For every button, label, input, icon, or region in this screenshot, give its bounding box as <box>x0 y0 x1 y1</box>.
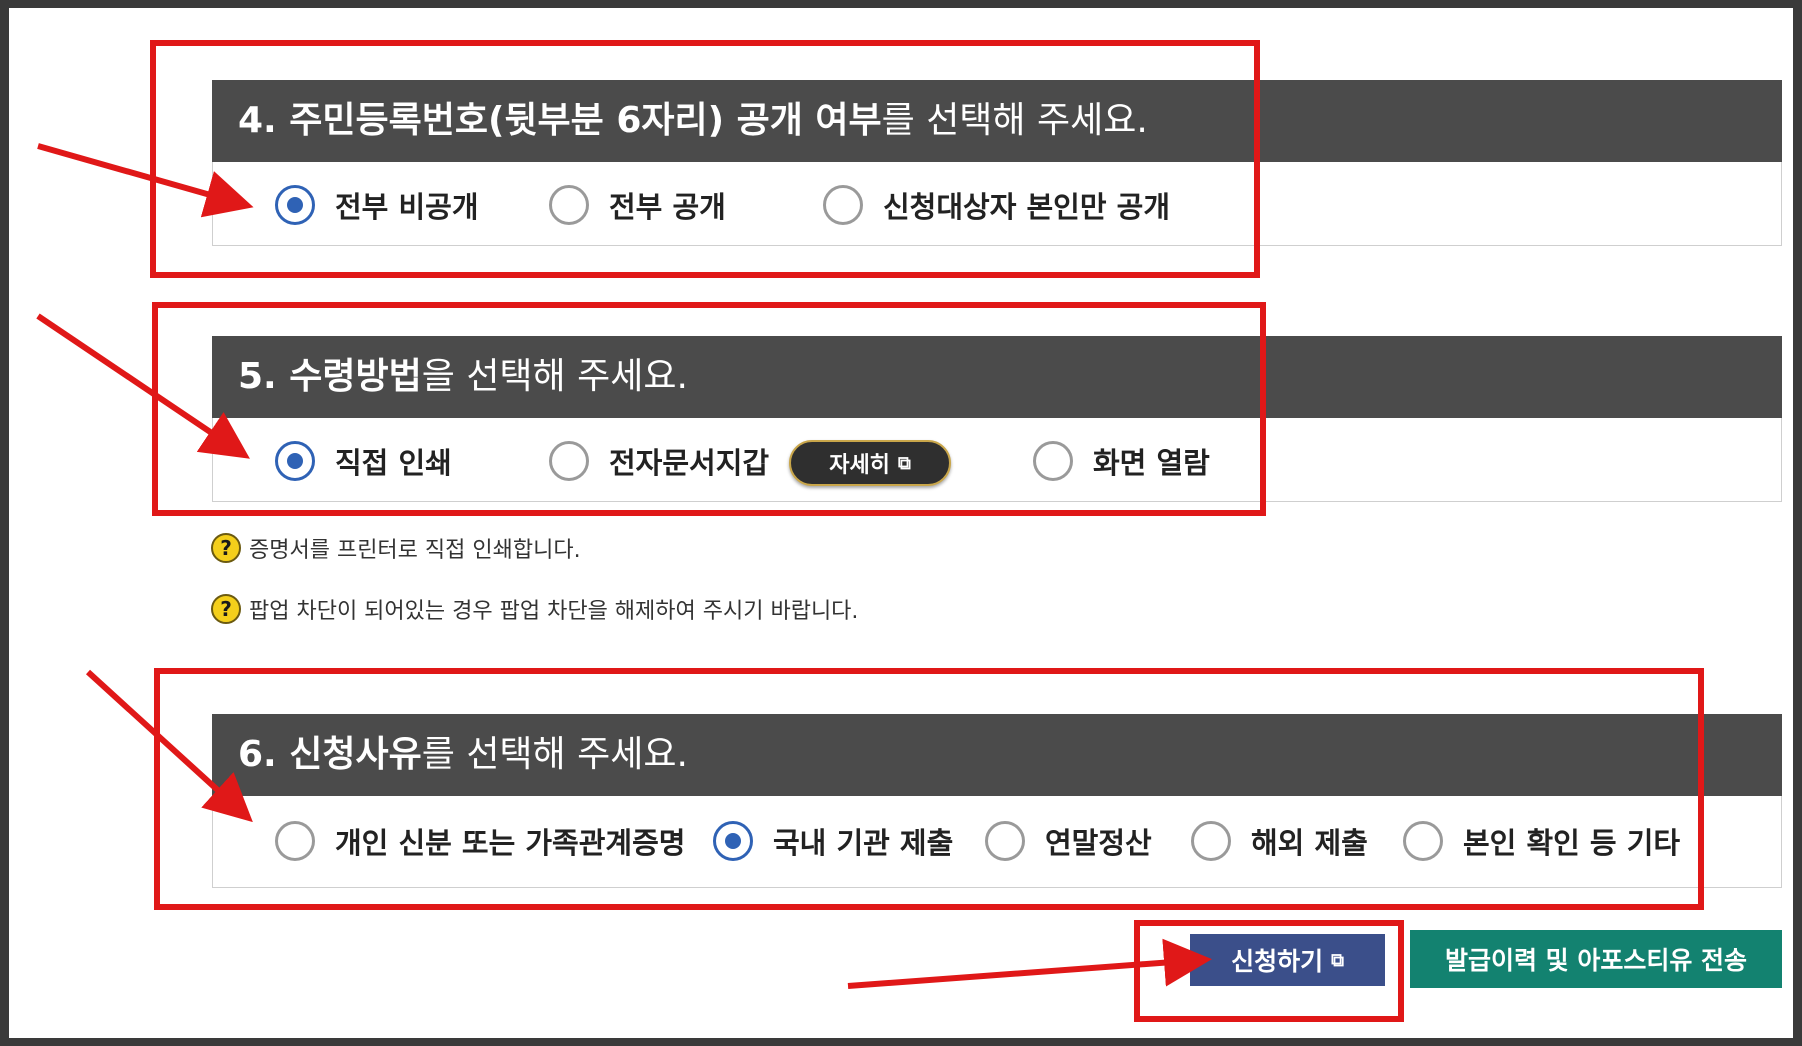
section-body-5: 직접 인쇄 전자문서지갑 자세히 ⧉ 화면 열람 <box>212 418 1782 502</box>
radio-label: 해외 제출 <box>1251 826 1368 860</box>
hint-text: 증명서를 프린터로 직접 인쇄합니다. <box>249 538 581 563</box>
detail-button[interactable]: 자세히 ⧉ <box>789 440 951 486</box>
question-icon: ? <box>211 533 241 563</box>
radio-option-all-public[interactable]: 전부 공개 <box>549 180 726 230</box>
section-rrn-disclosure: 4. 주민등록번호(뒷부분 6자리) 공개 여부를 선택해 주세요. 전부 비공… <box>212 80 1782 246</box>
apply-button[interactable]: 신청하기 ⧉ <box>1190 934 1385 986</box>
radio-button[interactable] <box>823 185 863 225</box>
radio-button[interactable] <box>713 821 753 861</box>
hint-text: 팝업 차단이 되어있는 경우 팝업 차단을 해제하여 주시기 바랍니다. <box>249 599 859 624</box>
send-button-label: 발급이력 및 아포스티유 전송 <box>1444 946 1748 975</box>
radio-button[interactable] <box>985 821 1025 861</box>
radio-option-screen-view[interactable]: 화면 열람 <box>1033 436 1210 486</box>
radio-option-overseas[interactable]: 해외 제출 <box>1191 816 1368 866</box>
radio-option-year-end-tax[interactable]: 연말정산 <box>985 816 1152 866</box>
radio-label: 국내 기관 제출 <box>773 826 954 860</box>
radio-option-all-private[interactable]: 전부 비공개 <box>275 180 479 230</box>
radio-button[interactable] <box>275 821 315 861</box>
radio-button[interactable] <box>1191 821 1231 861</box>
hint-popup: ? 팝업 차단이 되어있는 경우 팝업 차단을 해제하여 주시기 바랍니다. <box>211 593 858 625</box>
radio-label: 개인 신분 또는 가족관계증명 <box>335 826 686 860</box>
section-title-6: 6. 신청사유 <box>238 734 422 775</box>
radio-button[interactable] <box>1403 821 1443 861</box>
radio-label: 전자문서지갑 <box>609 446 770 480</box>
radio-option-self-only[interactable]: 신청대상자 본인만 공개 <box>823 180 1170 230</box>
radio-button[interactable] <box>549 441 589 481</box>
radio-label: 직접 인쇄 <box>335 446 452 480</box>
section-body-6: 개인 신분 또는 가족관계증명 국내 기관 제출 연말정산 해외 제출 본인 확… <box>212 796 1782 888</box>
apply-button-label: 신청하기 <box>1231 947 1324 976</box>
section-title-5: 5. 수령방법 <box>238 356 422 397</box>
section-body-4: 전부 비공개 전부 공개 신청대상자 본인만 공개 <box>212 162 1782 246</box>
radio-label: 전부 공개 <box>609 190 726 224</box>
question-icon: ? <box>211 594 241 624</box>
radio-option-family-relation[interactable]: 개인 신분 또는 가족관계증명 <box>275 816 685 866</box>
send-history-apostille-button[interactable]: 발급이력 및 아포스티유 전송 <box>1410 930 1782 988</box>
hint-print: ? 증명서를 프린터로 직접 인쇄합니다. <box>211 532 581 564</box>
radio-button[interactable] <box>275 185 315 225</box>
section-title-4-rest: 를 선택해 주세요. <box>881 100 1148 141</box>
radio-label: 전부 비공개 <box>335 190 479 224</box>
radio-label: 본인 확인 등 기타 <box>1463 826 1681 860</box>
radio-label: 연말정산 <box>1045 826 1152 860</box>
section-header-6: 6. 신청사유를 선택해 주세요. <box>212 714 1782 796</box>
radio-label: 신청대상자 본인만 공개 <box>883 190 1170 224</box>
external-link-icon: ⧉ <box>897 452 911 474</box>
radio-button[interactable] <box>1033 441 1073 481</box>
section-header-5: 5. 수령방법을 선택해 주세요. <box>212 336 1782 418</box>
radio-option-other[interactable]: 본인 확인 등 기타 <box>1403 816 1680 866</box>
radio-label: 화면 열람 <box>1093 446 1210 480</box>
section-receive-method: 5. 수령방법을 선택해 주세요. 직접 인쇄 전자문서지갑 자세히 ⧉ 화면 … <box>212 336 1782 502</box>
external-link-icon: ⧉ <box>1331 949 1344 971</box>
section-title-6-rest: 를 선택해 주세요. <box>421 734 688 775</box>
detail-button-label: 자세히 <box>829 453 890 478</box>
section-application-reason: 6. 신청사유를 선택해 주세요. 개인 신분 또는 가족관계증명 국내 기관 … <box>212 714 1782 888</box>
radio-button[interactable] <box>549 185 589 225</box>
radio-option-direct-print[interactable]: 직접 인쇄 <box>275 436 452 486</box>
section-header-4: 4. 주민등록번호(뒷부분 6자리) 공개 여부를 선택해 주세요. <box>212 80 1782 162</box>
radio-button[interactable] <box>275 441 315 481</box>
section-title-4: 4. 주민등록번호(뒷부분 6자리) 공개 여부 <box>238 100 882 141</box>
radio-option-e-wallet[interactable]: 전자문서지갑 <box>549 436 769 486</box>
section-title-5-rest: 을 선택해 주세요. <box>421 356 688 397</box>
radio-option-domestic-agency[interactable]: 국내 기관 제출 <box>713 816 953 866</box>
